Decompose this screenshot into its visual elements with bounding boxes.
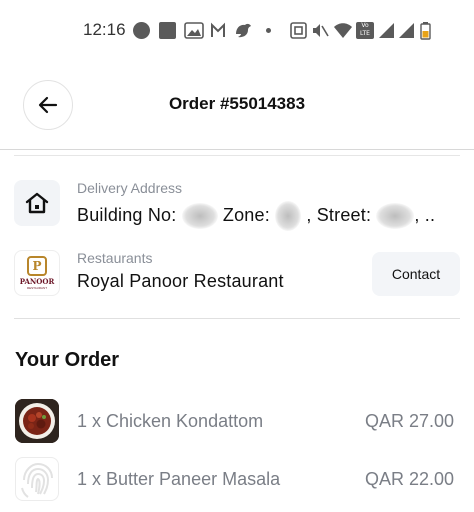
nfc-icon bbox=[290, 22, 307, 39]
restaurant-logo: P PANOOR RESTAURANT bbox=[14, 250, 60, 296]
restaurant-row: P PANOOR RESTAURANT Restaurants Royal Pa… bbox=[14, 250, 460, 300]
order-item[interactable]: 1 x Chicken Kondattom QAR 27.00 bbox=[14, 399, 460, 445]
signal-icon bbox=[379, 23, 394, 38]
order-item-price: QAR 27.00 bbox=[364, 411, 454, 431]
redacted-street bbox=[376, 203, 415, 229]
mute-icon bbox=[313, 24, 329, 37]
app-header: Order #55014383 bbox=[0, 72, 474, 150]
status-bar: 12:16 Vo LTE bbox=[0, 0, 474, 60]
restaurant-name: Royal Panoor Restaurant bbox=[77, 271, 284, 291]
street-prefix: , Street: bbox=[306, 204, 372, 225]
restaurant-logo-subtext: RESTAURANT bbox=[26, 286, 48, 290]
content-top-divider bbox=[14, 155, 460, 156]
building-prefix: Building No: bbox=[77, 204, 177, 225]
battery-icon bbox=[420, 22, 431, 40]
delivery-address-row: Delivery Address Building No: Zone: , St… bbox=[14, 180, 460, 231]
placeholder-fingerprint-icon bbox=[15, 457, 59, 501]
notification-dot-icon bbox=[133, 22, 150, 39]
your-order-heading: Your Order bbox=[15, 349, 120, 371]
gmail-icon bbox=[211, 22, 225, 37]
delivery-address-label: Delivery Address bbox=[77, 180, 183, 196]
house-icon bbox=[14, 180, 60, 226]
redacted-zone bbox=[275, 201, 302, 231]
restaurant-logo-mark: P bbox=[27, 256, 47, 276]
status-time: 12:16 bbox=[83, 20, 126, 39]
order-item-price: QAR 22.00 bbox=[364, 469, 454, 489]
zone-prefix: Zone: bbox=[222, 204, 270, 225]
restaurant-logo-text: PANOOR bbox=[19, 277, 55, 286]
dot-icon bbox=[266, 28, 271, 33]
restaurants-label: Restaurants bbox=[77, 250, 153, 266]
header-divider bbox=[0, 149, 474, 150]
section-divider bbox=[14, 318, 460, 319]
gallery-icon bbox=[184, 22, 204, 39]
order-item-name: 1 x Butter Paneer Masala bbox=[77, 469, 281, 489]
volte-icon: Vo LTE bbox=[356, 22, 374, 39]
page-title: Order #55014383 bbox=[168, 94, 306, 113]
signal-icon bbox=[399, 23, 414, 38]
dish-photo bbox=[15, 399, 59, 443]
delivery-address-value: Building No: Zone: , Street: , .. bbox=[77, 201, 435, 231]
redacted-building bbox=[181, 203, 218, 229]
order-item[interactable]: 1 x Butter Paneer Masala QAR 22.00 bbox=[14, 457, 460, 503]
square-icon bbox=[159, 22, 176, 39]
bird-icon bbox=[236, 23, 251, 38]
wifi-icon bbox=[334, 23, 352, 38]
address-ellipsis: , .. bbox=[414, 204, 436, 225]
order-item-name: 1 x Chicken Kondattom bbox=[77, 411, 264, 431]
contact-button[interactable]: Contact bbox=[372, 252, 460, 296]
